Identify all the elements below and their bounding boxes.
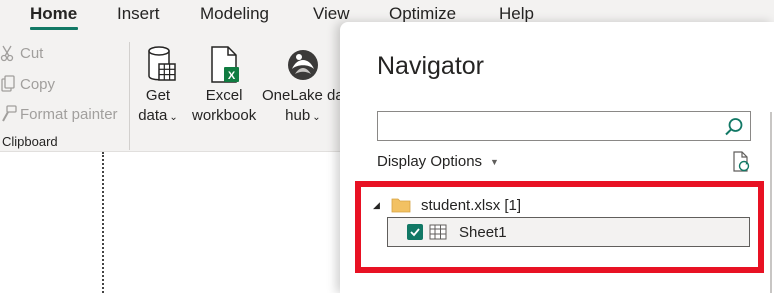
excel-label-line1: Excel: [205, 87, 243, 104]
copy-label: Copy: [20, 75, 56, 93]
format-painter-label: Format painter: [20, 105, 118, 123]
onelake-data-hub-button[interactable]: OneLake da hub ⌄: [262, 44, 344, 128]
get-data-label-line1: Get: [145, 87, 171, 104]
table-icon: [429, 224, 447, 240]
onelake-label-line1: OneLake da: [262, 87, 344, 104]
excel-workbook-button[interactable]: X Excel workbook: [192, 44, 256, 126]
navigator-dialog: Navigator Display Options ▼ ◢ student.xl…: [340, 22, 774, 293]
copy-icon: [1, 75, 15, 92]
page-boundary-line: [102, 152, 104, 293]
report-canvas[interactable]: [0, 152, 340, 293]
tab-view[interactable]: View: [313, 4, 350, 24]
checkmark-icon: [410, 228, 420, 237]
copy-button[interactable]: Copy: [0, 72, 55, 96]
tab-help[interactable]: Help: [499, 4, 534, 24]
search-icon[interactable]: [724, 117, 744, 137]
display-options-dropdown[interactable]: Display Options ▼: [377, 153, 499, 170]
get-data-button[interactable]: Get data ⌄: [138, 44, 178, 128]
display-options-label: Display Options: [377, 153, 483, 170]
excel-label-line2: workbook: [192, 107, 257, 124]
tab-insert[interactable]: Insert: [117, 4, 160, 24]
file-node-label: student.xlsx [1]: [421, 196, 522, 214]
database-icon: [148, 46, 176, 81]
scissors-icon: [0, 45, 14, 62]
search-input[interactable]: [378, 112, 718, 140]
onelake-label-line2: hub ⌄: [285, 107, 321, 124]
scrollbar[interactable]: [770, 112, 772, 293]
svg-text:X: X: [228, 70, 236, 82]
onelake-icon: [287, 50, 318, 80]
cut-label: Cut: [20, 44, 44, 62]
excel-icon: X: [211, 46, 240, 83]
sheet-checkbox[interactable]: [407, 224, 423, 240]
paintbrush-icon: [2, 105, 17, 122]
sheet-node-label: Sheet1: [459, 223, 507, 241]
group-separator: [129, 42, 130, 150]
chevron-down-icon: ▼: [490, 156, 499, 167]
tab-optimize[interactable]: Optimize: [389, 4, 456, 24]
tree-node-sheet[interactable]: Sheet1: [387, 217, 750, 247]
tree-node-file[interactable]: ◢ student.xlsx [1]: [373, 194, 521, 216]
cut-button[interactable]: Cut: [0, 41, 43, 65]
tab-modeling[interactable]: Modeling: [200, 4, 269, 24]
clipboard-group-label: Clipboard: [2, 134, 58, 149]
folder-icon: [391, 198, 411, 213]
refresh-icon[interactable]: [731, 151, 751, 173]
tab-home[interactable]: Home: [30, 4, 77, 24]
get-data-label-line2: data ⌄: [138, 107, 178, 124]
search-box[interactable]: [377, 111, 751, 141]
collapse-triangle-icon[interactable]: ◢: [373, 200, 387, 211]
format-painter-button[interactable]: Format painter: [0, 102, 118, 126]
navigator-tree: ◢ student.xlsx [1] Sheet1: [355, 181, 764, 273]
navigator-title: Navigator: [377, 52, 484, 80]
